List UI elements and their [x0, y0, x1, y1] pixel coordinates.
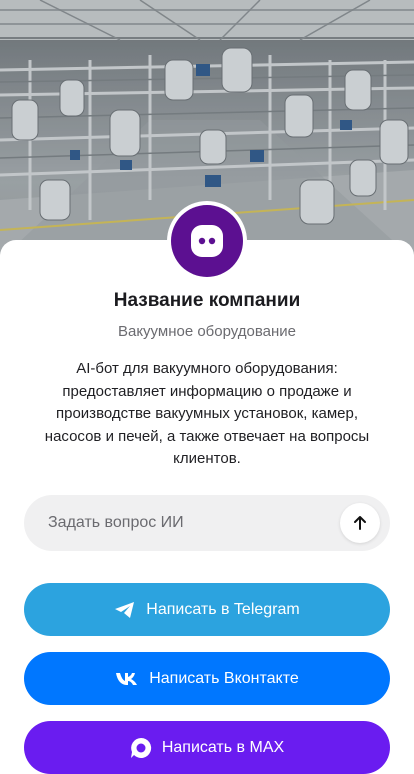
company-name: Название компании — [113, 290, 301, 311]
company-avatar — [167, 201, 247, 281]
send-button[interactable] — [340, 503, 380, 543]
vk-button-label: Написать Вконтакте — [149, 669, 299, 687]
vk-button[interactable]: Написать Вконтакте — [24, 652, 390, 705]
ask-ai-bar — [24, 495, 390, 551]
company-description: AI-бот для вакуумного оборудования: пред… — [44, 360, 370, 467]
max-button[interactable]: Написать в MAX — [24, 721, 390, 774]
telegram-button[interactable]: Написать в Telegram — [24, 583, 390, 636]
vk-icon — [115, 672, 139, 686]
max-icon — [130, 737, 152, 759]
chat-bot-icon — [171, 205, 243, 277]
telegram-icon — [114, 601, 136, 619]
max-button-label: Написать в MAX — [161, 738, 285, 756]
company-subtitle: Вакуумное оборудование — [117, 323, 297, 340]
telegram-button-label: Написать в Telegram — [146, 600, 300, 618]
ask-ai-input[interactable] — [48, 495, 338, 551]
arrow-up-icon — [354, 516, 366, 530]
